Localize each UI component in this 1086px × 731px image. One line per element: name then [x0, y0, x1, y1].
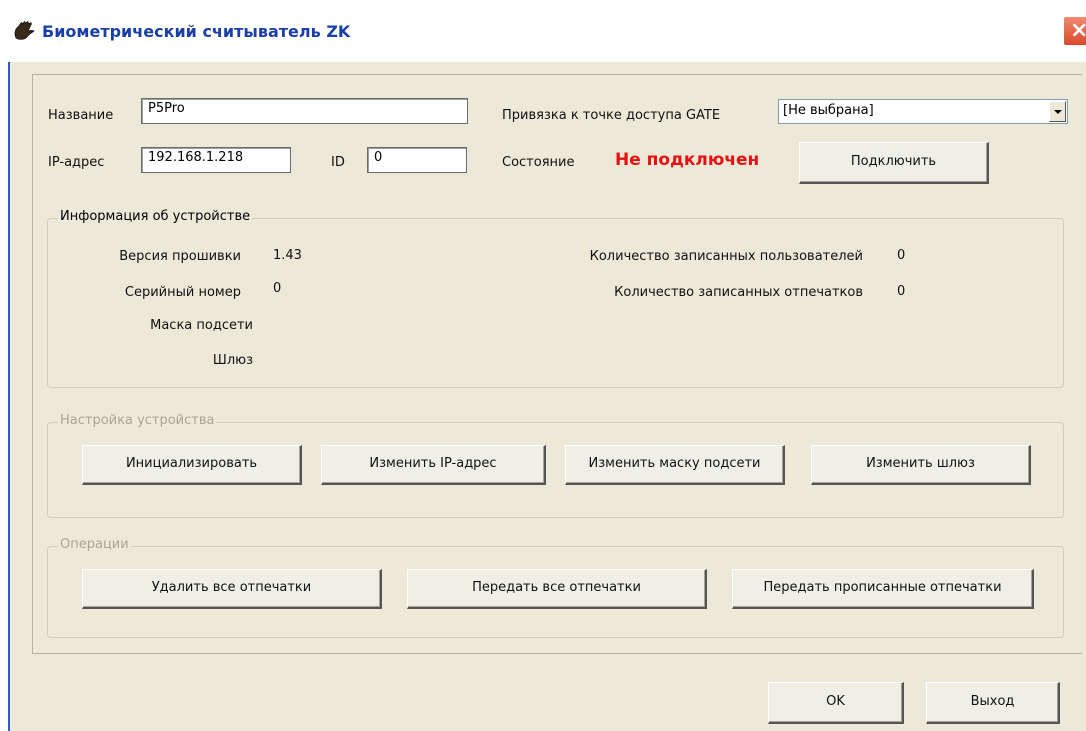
connection-status: Не подключен: [615, 150, 760, 170]
device-settings-title: Настройка устройства: [58, 413, 217, 428]
dialog-window: Биометрический считыватель ZK × Название…: [0, 0, 1086, 731]
change-ip-button[interactable]: Изменить IP-адрес: [321, 445, 546, 485]
exit-button[interactable]: Выход: [926, 682, 1060, 724]
subnet-mask-label: Маска подсети: [150, 318, 253, 333]
serial-value: 0: [273, 281, 282, 296]
window-title: Биометрический считыватель ZK: [42, 22, 351, 41]
prints-count-value: 0: [897, 284, 906, 299]
hand-fingerprint-icon: [14, 21, 35, 40]
ok-button-label: OK: [826, 694, 845, 709]
firmware-label: Версия прошивки: [119, 249, 241, 264]
operations-title: Операции: [58, 537, 131, 552]
state-label: Состояние: [502, 155, 575, 170]
users-count-label: Количество записанных пользователей: [589, 249, 863, 264]
ip-input[interactable]: 192.168.1.218: [141, 147, 291, 173]
id-input[interactable]: 0: [367, 147, 467, 173]
transfer-all-prints-button[interactable]: Передать все отпечатки: [407, 569, 707, 609]
close-icon: ×: [1070, 18, 1086, 43]
change-gateway-button[interactable]: Изменить шлюз: [811, 445, 1031, 485]
serial-label: Серийный номер: [124, 285, 241, 300]
transfer-all-prints-button-label: Передать все отпечатки: [472, 580, 641, 595]
change-subnet-mask-button-label: Изменить маску подсети: [588, 456, 761, 471]
name-input[interactable]: P5Pro: [141, 98, 468, 124]
delete-all-prints-button-label: Удалить все отпечатки: [151, 580, 312, 595]
gate-label: Привязка к точке доступа GATE: [502, 108, 721, 123]
name-label: Название: [48, 108, 114, 123]
gateway-label: Шлюз: [212, 353, 253, 368]
ip-label: IP-адрес: [48, 155, 105, 170]
exit-button-label: Выход: [970, 694, 1015, 709]
gate-select[interactable]: [Не выбрана]: [778, 99, 1068, 124]
chevron-down-icon[interactable]: [1049, 101, 1066, 122]
change-gateway-button-label: Изменить шлюз: [866, 456, 975, 471]
initialize-button[interactable]: Инициализировать: [82, 445, 302, 485]
firmware-value: 1.43: [273, 248, 302, 263]
gate-select-value: [Не выбрана]: [783, 103, 874, 118]
device-info-title: Информация об устройстве: [58, 209, 253, 224]
transfer-registered-prints-button-label: Передать прописанные отпечатки: [763, 580, 1002, 595]
title-bar[interactable]: Биометрический считыватель ZK ×: [0, 0, 1086, 62]
prints-count-label: Количество записанных отпечатков: [614, 285, 863, 300]
connect-button[interactable]: Подключить: [799, 142, 989, 184]
dialog-client-area: Название P5Pro Привязка к точке доступа …: [8, 62, 1086, 731]
ok-button[interactable]: OK: [768, 682, 904, 724]
initialize-button-label: Инициализировать: [125, 456, 258, 471]
change-ip-button-label: Изменить IP-адрес: [369, 456, 497, 471]
delete-all-prints-button[interactable]: Удалить все отпечатки: [82, 569, 382, 609]
transfer-registered-prints-button[interactable]: Передать прописанные отпечатки: [732, 569, 1034, 609]
id-label: ID: [331, 155, 345, 170]
users-count-value: 0: [897, 248, 906, 263]
change-subnet-mask-button[interactable]: Изменить маску подсети: [565, 445, 785, 485]
close-button[interactable]: ×: [1063, 16, 1086, 46]
connect-button-label: Подключить: [850, 154, 937, 169]
